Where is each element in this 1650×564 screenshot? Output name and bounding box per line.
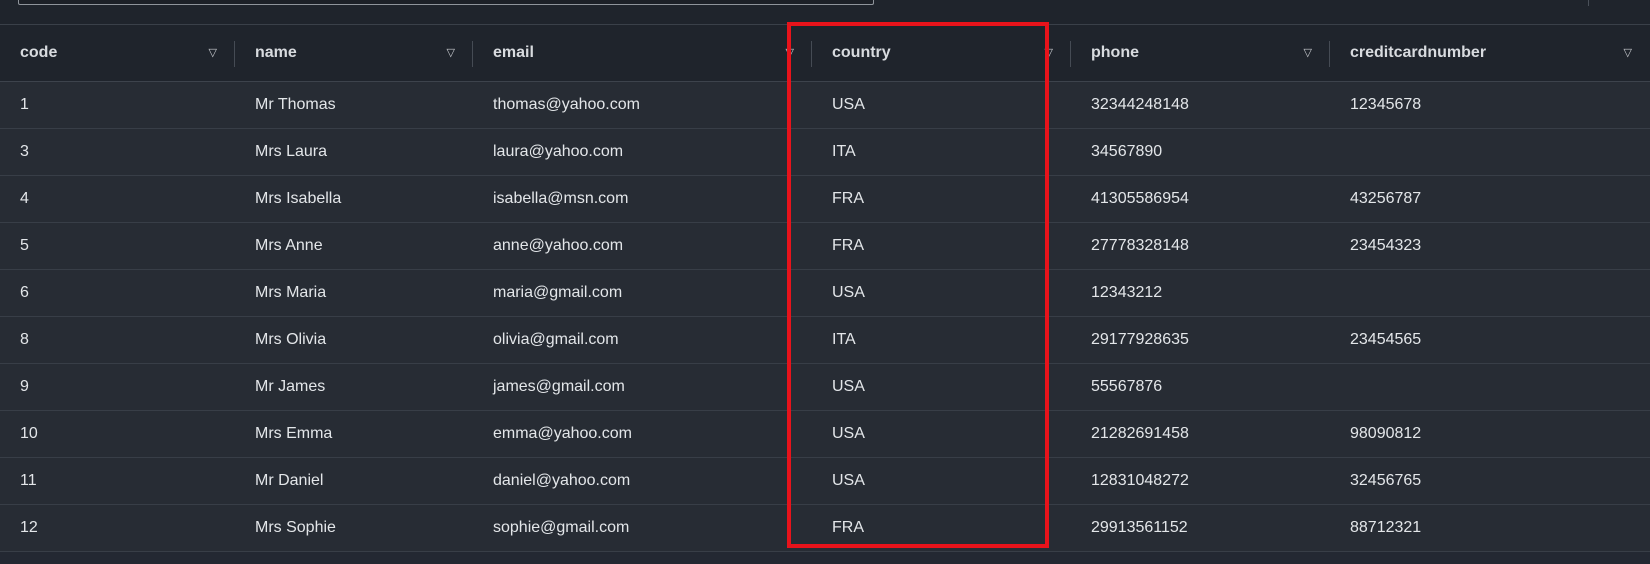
table-row[interactable]: 6 Mrs Maria maria@gmail.com USA 12343212 <box>0 269 1650 317</box>
cell-phone[interactable]: 29913561152 <box>1071 504 1330 552</box>
cell-code[interactable]: 1 <box>0 81 235 129</box>
cell-creditcardnumber[interactable]: 23454323 <box>1330 222 1650 270</box>
cell-code[interactable]: 5 <box>0 222 235 270</box>
cell-name[interactable]: Mrs Emma <box>235 410 473 458</box>
query-toolbar <box>0 0 1650 25</box>
column-header-creditcardnumber[interactable]: creditcardnumber ▽ <box>1330 25 1650 82</box>
column-header-label: country <box>832 44 891 61</box>
cell-phone[interactable]: 41305586954 <box>1071 175 1330 223</box>
cell-code[interactable]: 6 <box>0 269 235 317</box>
cell-name[interactable]: Mr Thomas <box>235 81 473 129</box>
cell-code[interactable]: 11 <box>0 457 235 505</box>
cell-country[interactable]: FRA <box>812 504 1071 552</box>
cell-creditcardnumber[interactable]: 12345678 <box>1330 81 1650 129</box>
results-table: code ▽ name ▽ email ▽ country ▽ phone ▽ creditcard… <box>0 25 1650 552</box>
cell-name[interactable]: Mr Daniel <box>235 457 473 505</box>
filter-triangle-icon[interactable]: ▽ <box>786 47 794 59</box>
filter-triangle-icon[interactable]: ▽ <box>1304 47 1312 59</box>
cell-name[interactable]: Mr James <box>235 363 473 411</box>
column-header-code[interactable]: code ▽ <box>0 25 235 82</box>
cell-country[interactable]: USA <box>812 269 1071 317</box>
column-header-label: email <box>493 44 534 61</box>
table-row[interactable]: 11 Mr Daniel daniel@yahoo.com USA 1283104827… <box>0 457 1650 505</box>
table-row[interactable]: 9 Mr James james@gmail.com USA 55567876 <box>0 363 1650 411</box>
cell-name[interactable]: Mrs Olivia <box>235 316 473 364</box>
table-row[interactable]: 12 Mrs Sophie sophie@gmail.com FRA 299135611… <box>0 504 1650 552</box>
cell-email[interactable]: maria@gmail.com <box>473 269 812 317</box>
filter-triangle-icon[interactable]: ▽ <box>447 47 455 59</box>
cell-phone[interactable]: 34567890 <box>1071 128 1330 176</box>
cell-code[interactable]: 4 <box>0 175 235 223</box>
cell-phone[interactable]: 32344248148 <box>1071 81 1330 129</box>
table-row[interactable]: 1 Mr Thomas thomas@yahoo.com USA 32344248148… <box>0 81 1650 129</box>
cell-phone[interactable]: 12831048272 <box>1071 457 1330 505</box>
cell-email[interactable]: thomas@yahoo.com <box>473 81 812 129</box>
cell-code[interactable]: 8 <box>0 316 235 364</box>
results-grid-panel: code ▽ name ▽ email ▽ country ▽ phone ▽ creditcard… <box>0 0 1650 564</box>
column-header-phone[interactable]: phone ▽ <box>1071 25 1330 82</box>
column-header-label: phone <box>1091 44 1139 61</box>
cell-country[interactable]: FRA <box>812 222 1071 270</box>
cell-email[interactable]: anne@yahoo.com <box>473 222 812 270</box>
cell-country[interactable]: USA <box>812 81 1071 129</box>
cell-phone[interactable]: 27778328148 <box>1071 222 1330 270</box>
cell-creditcardnumber[interactable]: 88712321 <box>1330 504 1650 552</box>
table-row[interactable]: 4 Mrs Isabella isabella@msn.com FRA 41305586… <box>0 175 1650 223</box>
cell-email[interactable]: isabella@msn.com <box>473 175 812 223</box>
table-row[interactable]: 3 Mrs Laura laura@yahoo.com ITA 34567890 <box>0 128 1650 176</box>
cell-code[interactable]: 10 <box>0 410 235 458</box>
column-header-email[interactable]: email ▽ <box>473 25 812 82</box>
cell-code[interactable]: 9 <box>0 363 235 411</box>
cell-country[interactable]: ITA <box>812 128 1071 176</box>
cell-name[interactable]: Mrs Isabella <box>235 175 473 223</box>
table-row[interactable]: 8 Mrs Olivia olivia@gmail.com ITA 2917792863… <box>0 316 1650 364</box>
cell-email[interactable]: laura@yahoo.com <box>473 128 812 176</box>
query-input[interactable] <box>18 0 874 5</box>
table-row[interactable]: 10 Mrs Emma emma@yahoo.com USA 21282691458 98… <box>0 410 1650 458</box>
cell-country[interactable]: USA <box>812 363 1071 411</box>
filter-triangle-icon[interactable]: ▽ <box>1045 47 1053 59</box>
cell-code[interactable]: 3 <box>0 128 235 176</box>
cell-country[interactable]: ITA <box>812 316 1071 364</box>
column-header-label: name <box>255 44 297 61</box>
table-row[interactable]: 5 Mrs Anne anne@yahoo.com FRA 27778328148 234… <box>0 222 1650 270</box>
cell-creditcardnumber[interactable] <box>1330 363 1650 411</box>
table-header-row: code ▽ name ▽ email ▽ country ▽ phone ▽ creditcard… <box>0 25 1650 82</box>
grid-bottom-padding <box>0 553 1650 564</box>
cell-creditcardnumber[interactable]: 23454565 <box>1330 316 1650 364</box>
cell-name[interactable]: Mrs Anne <box>235 222 473 270</box>
filter-triangle-icon[interactable]: ▽ <box>209 47 217 59</box>
cell-name[interactable]: Mrs Maria <box>235 269 473 317</box>
column-header-label: creditcardnumber <box>1350 44 1487 61</box>
cell-country[interactable]: FRA <box>812 175 1071 223</box>
filter-triangle-icon[interactable]: ▽ <box>1624 47 1632 59</box>
cell-email[interactable]: olivia@gmail.com <box>473 316 812 364</box>
cell-name[interactable]: Mrs Laura <box>235 128 473 176</box>
column-header-name[interactable]: name ▽ <box>235 25 473 82</box>
cell-name[interactable]: Mrs Sophie <box>235 504 473 552</box>
cell-creditcardnumber[interactable]: 98090812 <box>1330 410 1650 458</box>
cell-email[interactable]: daniel@yahoo.com <box>473 457 812 505</box>
cell-phone[interactable]: 21282691458 <box>1071 410 1330 458</box>
cell-phone[interactable]: 12343212 <box>1071 269 1330 317</box>
cell-country[interactable]: USA <box>812 410 1071 458</box>
cell-email[interactable]: sophie@gmail.com <box>473 504 812 552</box>
cell-phone[interactable]: 55567876 <box>1071 363 1330 411</box>
cell-creditcardnumber[interactable] <box>1330 128 1650 176</box>
cell-email[interactable]: emma@yahoo.com <box>473 410 812 458</box>
cell-phone[interactable]: 29177928635 <box>1071 316 1330 364</box>
cell-country[interactable]: USA <box>812 457 1071 505</box>
column-header-label: code <box>20 44 58 61</box>
column-header-country[interactable]: country ▽ <box>812 25 1071 82</box>
cell-email[interactable]: james@gmail.com <box>473 363 812 411</box>
cell-creditcardnumber[interactable]: 32456765 <box>1330 457 1650 505</box>
toolbar-divider <box>1588 0 1589 6</box>
cell-creditcardnumber[interactable]: 43256787 <box>1330 175 1650 223</box>
cell-code[interactable]: 12 <box>0 504 235 552</box>
table-body: 1 Mr Thomas thomas@yahoo.com USA 32344248148… <box>0 81 1650 552</box>
cell-creditcardnumber[interactable] <box>1330 269 1650 317</box>
